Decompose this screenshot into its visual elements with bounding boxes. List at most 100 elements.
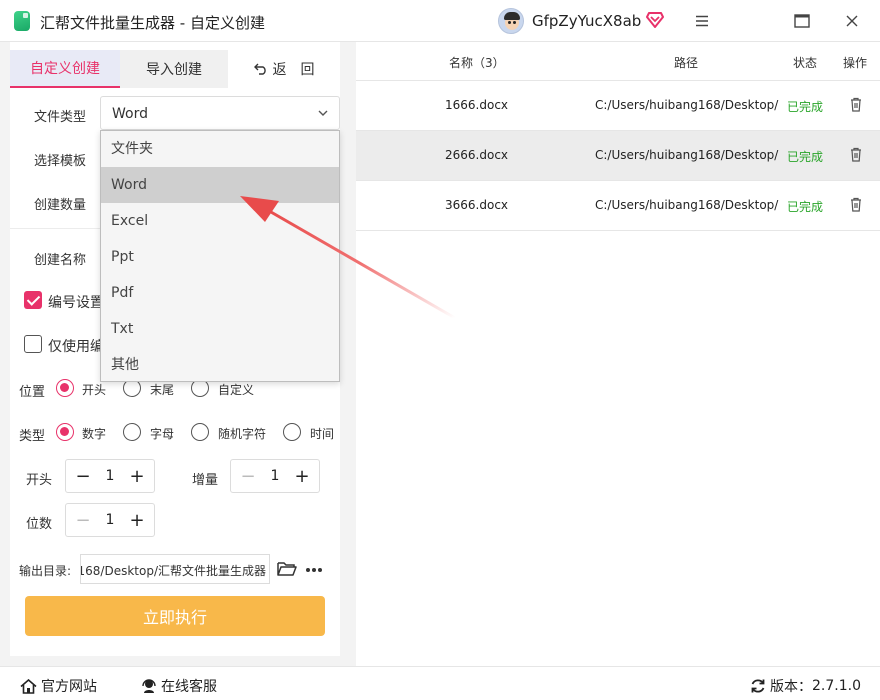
only-number-label: 仅使用编 [48, 339, 104, 355]
maximize-icon [794, 14, 810, 28]
numbering-checkbox[interactable] [24, 291, 42, 309]
position-label: 位置 [19, 385, 46, 400]
increment-stepper: − 1 + [230, 459, 320, 493]
position-option-start: 开头 [82, 383, 107, 397]
row-file-name: 3666.docx [445, 198, 509, 212]
start-stepper: − 1 + [65, 459, 155, 493]
dropdown-option-folder[interactable]: 文件夹 [101, 131, 339, 167]
user-avatar[interactable] [498, 8, 524, 34]
column-header-action: 操作 [843, 56, 868, 70]
tab-import-create[interactable]: 导入创建 [120, 50, 228, 88]
home-icon [20, 678, 37, 694]
count-label: 创建数量 [34, 198, 87, 213]
back-button[interactable]: 返 回 [228, 50, 340, 88]
row-file-path: C:/Users/huibang168/Desktop/ [595, 198, 779, 212]
row-status: 已完成 [787, 100, 824, 114]
increment-decrement-button[interactable]: − [233, 460, 263, 492]
column-header-name: 名称（3） [449, 56, 505, 70]
position-option-end: 末尾 [150, 383, 175, 397]
type-option-time: 时间 [310, 427, 335, 441]
folder-open-icon[interactable] [277, 561, 297, 577]
type-radio-random[interactable] [191, 423, 209, 441]
output-dir-label: 输出目录: [19, 564, 72, 578]
table-row[interactable]: 1666.docx C:/Users/huibang168/Desktop/ 已… [356, 80, 880, 130]
digits-label: 位数 [26, 517, 53, 532]
version-info[interactable]: 版本： 2.7.1.0 [750, 676, 861, 696]
chevron-down-icon [318, 110, 328, 116]
file-list-table: 名称（3） 路径 状态 操作 1666.docx C:/Users/huiban… [356, 42, 880, 666]
version-number: 2.7.1.0 [812, 678, 861, 694]
type-radio-number[interactable] [56, 423, 74, 441]
dropdown-option-word[interactable]: Word [101, 167, 339, 203]
type-option-letter: 字母 [150, 427, 175, 441]
refresh-icon [751, 679, 765, 693]
type-label: 类型 [19, 429, 46, 444]
row-file-path: C:/Users/huibang168/Desktop/ [595, 98, 779, 112]
headset-icon [142, 679, 156, 693]
menu-icon [696, 15, 708, 27]
user-name[interactable]: GfpZyYucX8ab [532, 12, 641, 30]
column-header-path: 路径 [674, 56, 699, 70]
column-header-status: 状态 [793, 56, 818, 70]
delete-trash-icon[interactable] [850, 147, 862, 162]
only-number-checkbox[interactable] [24, 335, 42, 353]
close-icon [846, 15, 858, 27]
file-type-label: 文件类型 [34, 110, 87, 125]
row-status: 已完成 [787, 200, 824, 214]
start-label: 开头 [26, 473, 53, 488]
increment-increment-button[interactable]: + [287, 460, 317, 492]
name-label: 创建名称 [34, 253, 87, 268]
dropdown-option-other[interactable]: 其他 [101, 347, 339, 383]
online-support-link[interactable]: 在线客服 [141, 676, 217, 696]
row-file-path: C:/Users/huibang168/Desktop/ [595, 148, 779, 162]
type-radio-letter[interactable] [123, 423, 141, 441]
close-button[interactable] [830, 0, 874, 42]
official-website-label: 官方网站 [41, 679, 97, 695]
position-option-custom: 自定义 [218, 383, 255, 397]
window-title: 汇帮文件批量生成器 - 自定义创建 [40, 14, 265, 32]
file-type-dropdown: 文件夹 Word Excel Ppt Pdf Txt 其他 [100, 130, 340, 382]
menu-button[interactable] [680, 0, 724, 42]
row-file-name: 2666.docx [445, 148, 509, 162]
online-support-label: 在线客服 [161, 679, 217, 695]
file-type-value: Word [112, 106, 148, 122]
maximize-button[interactable] [780, 0, 824, 42]
table-bottom-border [356, 230, 880, 231]
type-option-random: 随机字符 [218, 427, 267, 441]
row-file-name: 1666.docx [445, 98, 509, 112]
app-logo-icon [14, 11, 30, 31]
digits-increment-button[interactable]: + [122, 504, 152, 536]
increment-value[interactable]: 1 [261, 468, 289, 484]
dropdown-option-ppt[interactable]: Ppt [101, 239, 339, 275]
execute-button[interactable]: 立即执行 [25, 596, 325, 636]
start-increment-button[interactable]: + [122, 460, 152, 492]
tab-custom-create[interactable]: 自定义创建 [10, 50, 120, 88]
position-radio-start[interactable] [56, 379, 74, 397]
dropdown-option-pdf[interactable]: Pdf [101, 275, 339, 311]
template-label: 选择模板 [34, 154, 87, 169]
official-website-link[interactable]: 官方网站 [20, 676, 97, 696]
digits-decrement-button[interactable]: − [68, 504, 98, 536]
delete-trash-icon[interactable] [850, 97, 862, 112]
start-decrement-button[interactable]: − [68, 460, 98, 492]
start-value[interactable]: 1 [96, 468, 124, 484]
version-label: 版本： [770, 679, 812, 695]
back-label: 返 回 [272, 62, 315, 78]
output-dir-input[interactable]: 168/Desktop/汇帮文件批量生成器 [80, 554, 270, 584]
digits-value[interactable]: 1 [96, 512, 124, 528]
dropdown-option-excel[interactable]: Excel [101, 203, 339, 239]
mode-tabs: 自定义创建 导入创建 返 回 [10, 50, 340, 88]
dropdown-option-txt[interactable]: Txt [101, 311, 339, 347]
title-bar: 汇帮文件批量生成器 - 自定义创建 GfpZyYucX8ab [0, 0, 880, 42]
delete-trash-icon[interactable] [850, 197, 862, 212]
status-bar: 官方网站 在线客服 版本： 2.7.1.0 [0, 666, 880, 700]
row-status: 已完成 [787, 150, 824, 164]
file-type-select[interactable]: Word [100, 96, 340, 130]
numbering-label: 编号设置 [48, 295, 104, 311]
table-row[interactable]: 2666.docx C:/Users/huibang168/Desktop/ 已… [356, 130, 880, 180]
increment-label: 增量 [192, 473, 219, 488]
table-row[interactable]: 3666.docx C:/Users/huibang168/Desktop/ 已… [356, 180, 880, 230]
type-radio-time[interactable] [283, 423, 301, 441]
more-options-icon[interactable] [305, 567, 323, 573]
vip-diamond-icon[interactable] [646, 12, 664, 28]
